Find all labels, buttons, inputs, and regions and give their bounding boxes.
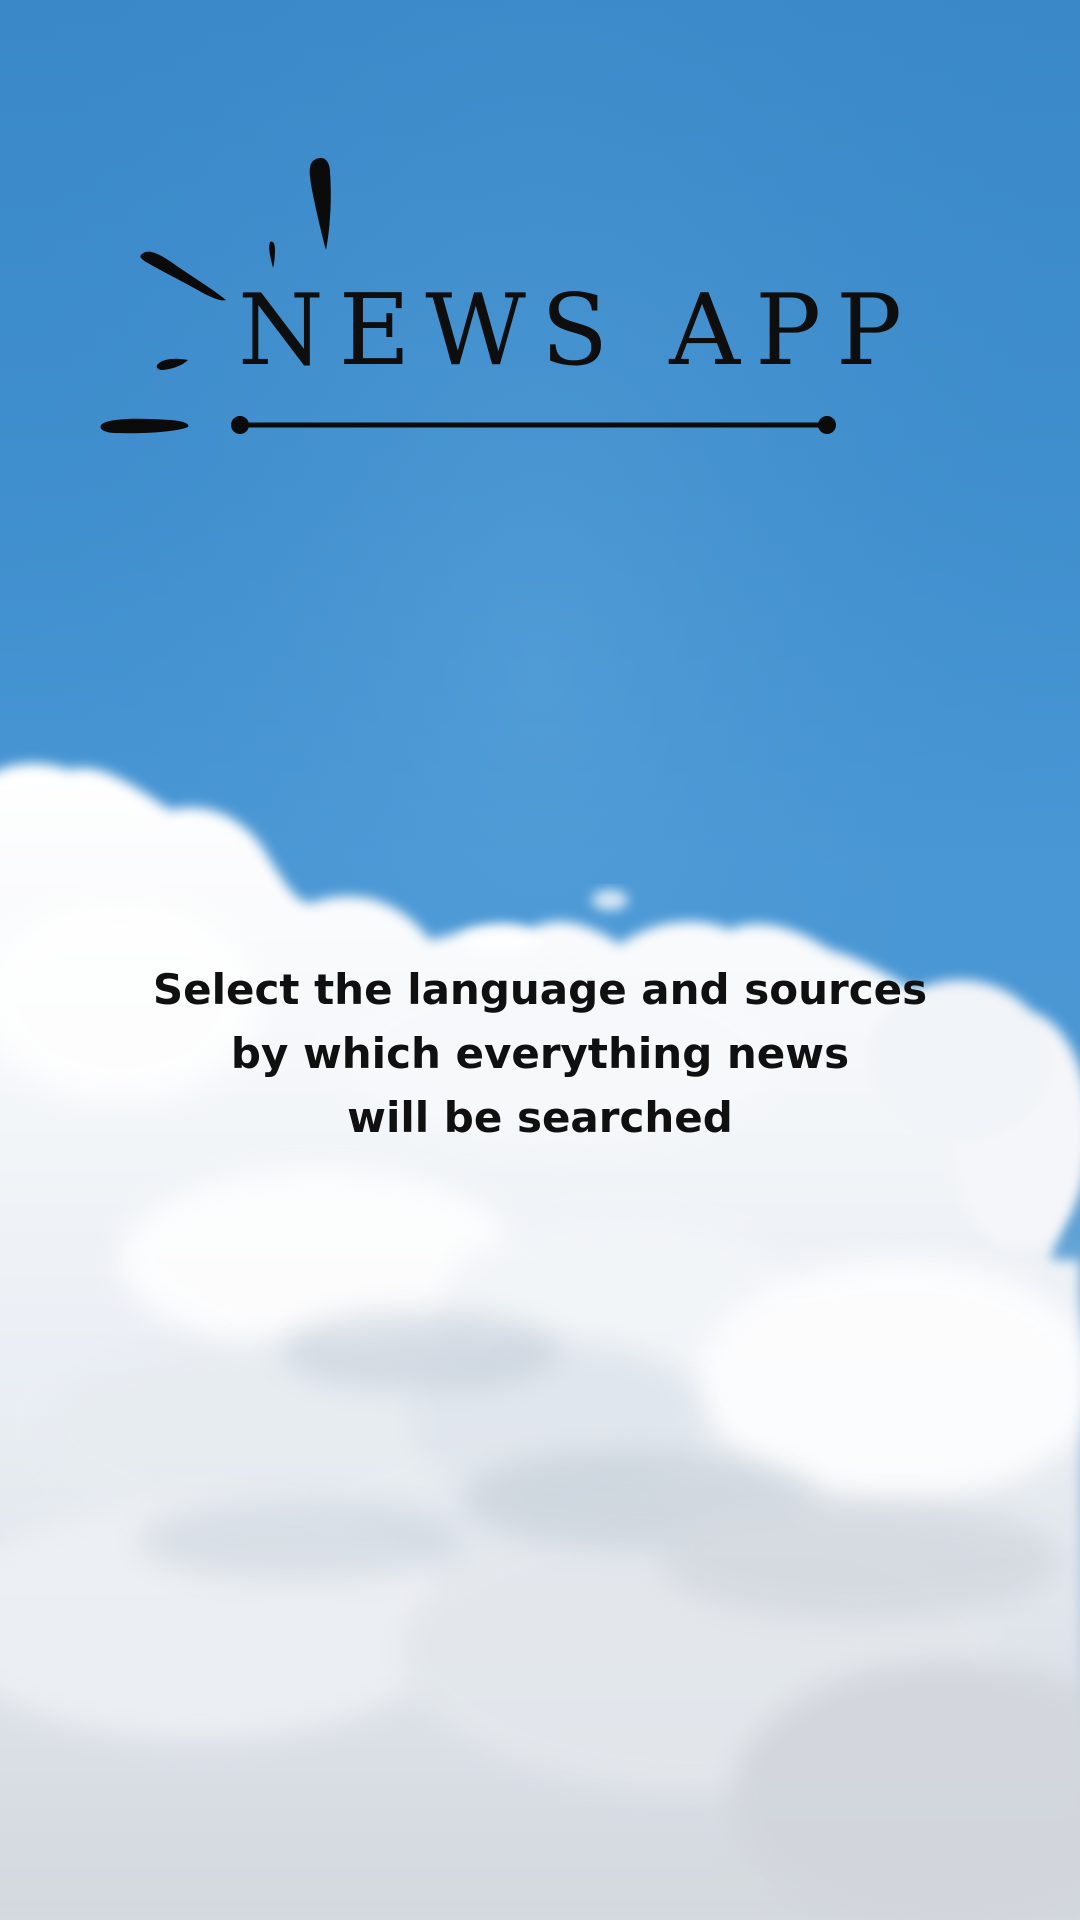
instruction-line-1: Select the language and sources bbox=[152, 965, 928, 1014]
instruction-text: Select the language and sources by which… bbox=[90, 958, 990, 1150]
instruction-line-3: will be searched bbox=[347, 1093, 733, 1142]
welcome-screen: NEWS APP Select the language and sources… bbox=[0, 0, 1080, 1920]
app-title: NEWS APP bbox=[238, 274, 917, 388]
title-underline-icon bbox=[231, 416, 836, 434]
instruction-line-2: by which everything news bbox=[230, 1029, 850, 1078]
